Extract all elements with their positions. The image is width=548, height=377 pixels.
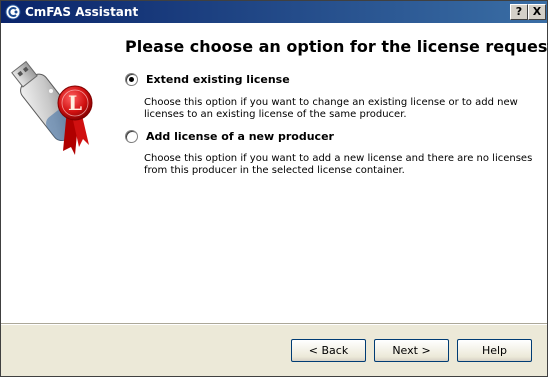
option-label[interactable]: Add license of a new producer: [146, 130, 334, 143]
option-new-producer[interactable]: Add license of a new producer: [125, 130, 334, 143]
help-title-button[interactable]: ?: [510, 4, 528, 20]
help-button[interactable]: Help: [457, 339, 532, 362]
footer-divider: [1, 323, 547, 325]
option-label[interactable]: Extend existing license: [146, 73, 290, 86]
option-description: Choose this option if you want to change…: [144, 97, 518, 120]
radio-new-producer[interactable]: [125, 130, 138, 143]
back-button[interactable]: < Back: [291, 339, 366, 362]
cmfas-app-icon: [5, 4, 21, 20]
close-title-button[interactable]: X: [528, 4, 546, 20]
title-bar[interactable]: CmFAS Assistant ? X: [1, 1, 547, 23]
svg-text:L: L: [68, 91, 82, 115]
usb-license-dongle-icon: L: [11, 60, 93, 155]
radio-extend-existing[interactable]: [125, 73, 138, 86]
next-button[interactable]: Next >: [374, 339, 449, 362]
option-extend-existing[interactable]: Extend existing license: [125, 73, 290, 86]
page-heading: Please choose an option for the license …: [125, 37, 548, 56]
window-title: CmFAS Assistant: [25, 5, 139, 19]
wizard-content: L Please choose an option for the licens…: [1, 23, 548, 323]
wizard-window: CmFAS Assistant ? X L Please choose an o…: [0, 0, 548, 377]
option-description: Choose this option if you want to add a …: [144, 153, 533, 176]
